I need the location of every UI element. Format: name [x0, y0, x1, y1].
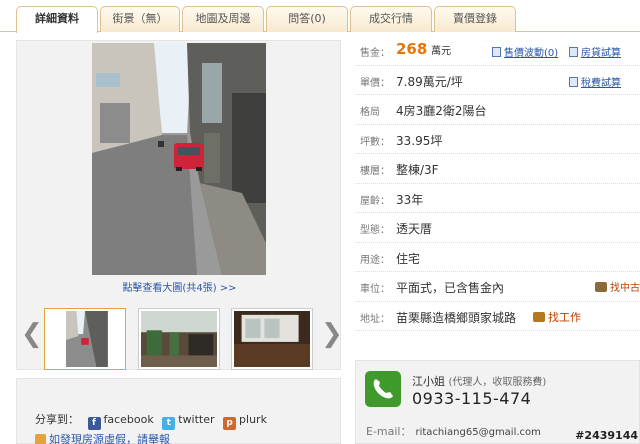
tab-street-view[interactable]: 街景（無）	[100, 6, 180, 32]
usage-row: 用途： 住宅	[355, 243, 640, 272]
hand-icon	[35, 434, 46, 444]
report-link[interactable]: 如發現房源虛假，請舉報	[35, 431, 170, 444]
age-value: 33年	[396, 192, 424, 207]
unit-price-row: 單價： 7.89萬元/坪 稅費試算	[355, 66, 640, 95]
facebook-icon: f	[87, 417, 101, 430]
thumbnail-1[interactable]	[44, 308, 126, 370]
tab-map[interactable]: 地圖及周邊	[182, 6, 264, 32]
thumbnail-strip: ❮ ❯	[17, 307, 343, 371]
listing-id-watermark: #2439144	[575, 429, 638, 442]
next-arrow-icon[interactable]: ❯	[321, 319, 343, 349]
view-large-photo-link[interactable]: 點擊查看大圖(共4張) >>	[17, 279, 342, 294]
loan-calc-link[interactable]: 房貸試算	[569, 44, 621, 59]
age-row: 屋齡： 33年	[355, 184, 640, 213]
share-twitter[interactable]: t twitter	[162, 413, 215, 430]
twitter-icon: t	[162, 417, 176, 430]
type-label: 型態：	[360, 225, 390, 236]
type-value: 透天厝	[396, 222, 433, 236]
floor-value: 整棟/3F	[396, 163, 439, 177]
floor-label: 樓層：	[360, 166, 390, 177]
plurk-icon: p	[223, 417, 237, 430]
area-value: 33.95坪	[396, 133, 443, 148]
address-label: 地址：	[360, 313, 390, 325]
twitter-label: twitter	[178, 413, 215, 426]
price-value: 268 萬元	[396, 40, 452, 58]
age-label: 屋齡：	[360, 195, 390, 207]
used-car-link[interactable]: 找中古	[595, 279, 640, 294]
tab-qa[interactable]: 問答(0)	[266, 6, 348, 32]
share-plurk[interactable]: p plurk	[223, 413, 267, 430]
phone-icon	[365, 371, 401, 407]
address-value: 苗栗縣造橋鄉頭家城路	[396, 310, 517, 325]
calculator-icon	[569, 76, 578, 87]
area-row: 坪數： 33.95坪	[355, 125, 640, 154]
share-facebook[interactable]: f facebook	[87, 413, 154, 430]
car-icon	[595, 282, 607, 292]
thumbnail-3[interactable]	[231, 308, 313, 370]
layout-row: 格局 4房3廳2衛2陽台	[355, 95, 640, 125]
photo-panel: 點擊查看大圖(共4張) >> ❮ ❯	[16, 40, 343, 371]
parking-value: 平面式，已含售金內	[396, 281, 505, 295]
detail-tabs: 詳細資料 街景（無） 地圖及周邊 問答(0) 成交行情 賣價登錄	[0, 0, 640, 33]
type-row: 型態： 透天厝	[355, 213, 640, 243]
report-link-label: 如發現房源虛假，請舉報	[49, 433, 170, 444]
briefcase-icon	[533, 311, 545, 322]
job-link[interactable]: 找工作	[533, 309, 581, 325]
parking-label: 車位：	[360, 284, 390, 295]
unit-price-label: 單價：	[360, 77, 390, 89]
tab-price-register[interactable]: 賣價登錄	[434, 6, 516, 32]
share-label: 分享到：	[35, 413, 79, 426]
calculator-icon	[569, 47, 578, 57]
usage-label: 用途：	[360, 254, 390, 266]
agent-email: E-mail： ritachiang65@gmail.com	[366, 425, 541, 438]
unit-price-value: 7.89萬元/坪	[396, 74, 463, 89]
agent-name: 江小姐 (代理人，收取服務費)	[412, 375, 547, 388]
facebook-label: facebook	[103, 413, 154, 426]
parking-row: 車位： 平面式，已含售金內 找中古	[355, 272, 640, 302]
plurk-label: plurk	[239, 413, 267, 426]
agent-phone[interactable]: 0933-115-474	[412, 389, 531, 408]
thumbnail-2[interactable]	[138, 308, 220, 370]
usage-value: 住宅	[396, 251, 421, 266]
property-details: 售金： 268 萬元 售價波動(0) 房貸試算 單價： 7.89萬元/坪 稅費試…	[355, 36, 640, 331]
layout-label: 格局	[360, 107, 380, 118]
price-label: 售金：	[360, 48, 390, 59]
tab-details[interactable]: 詳細資料	[16, 6, 98, 33]
share-bar: 分享到： f facebook t twitter p plurk	[35, 411, 267, 430]
area-label: 坪數：	[360, 136, 390, 148]
price-history-link[interactable]: 售價波動(0)	[492, 44, 558, 59]
address-row: 地址： 苗栗縣造橋鄉頭家城路 找工作	[355, 302, 640, 331]
floor-row: 樓層： 整棟/3F	[355, 154, 640, 184]
agent-email-value[interactable]: ritachiang65@gmail.com	[416, 427, 541, 438]
share-box: 分享到： f facebook t twitter p plurk 如發現房源虛假，請…	[16, 378, 341, 444]
chart-icon	[492, 47, 501, 57]
main-photo[interactable]	[92, 43, 266, 275]
price-row: 售金： 268 萬元 售價波動(0) 房貸試算	[355, 36, 640, 66]
layout-value: 4房3廳2衛2陽台	[396, 104, 487, 118]
prev-arrow-icon[interactable]: ❮	[21, 319, 43, 349]
tax-calc-link[interactable]: 稅費試算	[569, 74, 621, 89]
tab-transactions[interactable]: 成交行情	[350, 6, 432, 32]
